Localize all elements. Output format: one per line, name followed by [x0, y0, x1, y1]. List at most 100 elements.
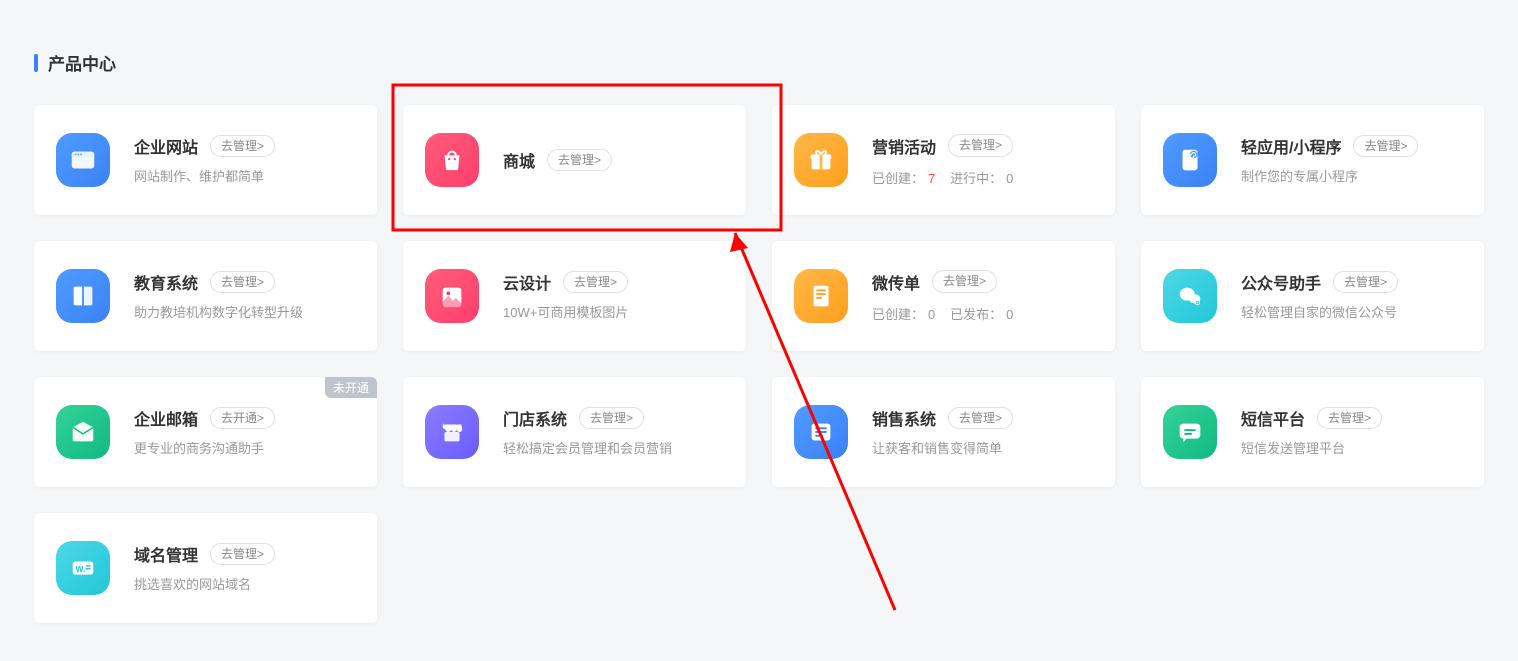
card-title: 销售系统 [872, 406, 936, 430]
product-card-duanxin[interactable]: 短信平台去管理> 短信发送管理平台 [1141, 377, 1484, 487]
card-desc: 让获客和销售变得简单 [872, 440, 1093, 458]
card-title-row: 企业网站去管理> [134, 134, 355, 158]
card-title: 域名管理 [134, 542, 198, 566]
manage-button[interactable]: 去管理> [932, 270, 997, 293]
card-content: 短信平台去管理> 短信发送管理平台 [1241, 406, 1462, 458]
manage-button[interactable]: 去管理> [210, 271, 275, 294]
section-title: 产品中心 [34, 50, 1484, 75]
manage-button[interactable]: 去管理> [1317, 407, 1382, 430]
manage-button[interactable]: 去管理> [1333, 271, 1398, 294]
card-title-row: 域名管理去管理> [134, 542, 355, 566]
manage-button[interactable]: 去管理> [210, 543, 275, 566]
card-title: 微传单 [872, 270, 920, 294]
card-stats: 已创建： 7 进行中： 0 [872, 168, 1093, 187]
card-title: 商城 [503, 148, 535, 172]
stats-created-label: 已创建： [872, 307, 924, 322]
card-title: 营销活动 [872, 134, 936, 158]
card-content: 公众号助手去管理> 轻松管理自家的微信公众号 [1241, 270, 1462, 322]
card-desc: 轻松搞定会员管理和会员营销 [503, 440, 724, 458]
card-title-row: 公众号助手去管理> [1241, 270, 1462, 294]
product-card-gongzhonghao[interactable]: 公众号助手去管理> 轻松管理自家的微信公众号 [1141, 241, 1484, 351]
card-title: 企业邮箱 [134, 406, 198, 430]
card-desc: 轻松管理自家的微信公众号 [1241, 304, 1462, 322]
manage-button[interactable]: 去管理> [563, 271, 628, 294]
card-desc: 助力教培机构数字化转型升级 [134, 304, 355, 322]
store-icon [425, 405, 479, 459]
card-desc: 网站制作、维护都简单 [134, 168, 355, 186]
card-title: 教育系统 [134, 270, 198, 294]
wechat-icon [1163, 269, 1217, 323]
manage-button[interactable]: 去管理> [579, 407, 644, 430]
manage-button[interactable]: 去管理> [547, 149, 612, 172]
picture-icon [425, 269, 479, 323]
card-content: 教育系统去管理> 助力教培机构数字化转型升级 [134, 270, 355, 322]
card-desc: 10W+可商用模板图片 [503, 304, 724, 322]
chat-icon [1163, 405, 1217, 459]
stats-running-label: 已发布： [950, 307, 1002, 322]
card-content: 销售系统去管理> 让获客和销售变得简单 [872, 406, 1093, 458]
card-title: 门店系统 [503, 406, 567, 430]
card-content: 域名管理去管理>挑选喜欢的网站域名 [134, 542, 355, 594]
svg-text:W.: W. [76, 564, 86, 574]
card-content: 营销活动去管理> 已创建： 7 进行中： 0 [872, 134, 1093, 187]
card-title-row: 商城去管理> [503, 148, 724, 172]
domain-icon: W. [56, 541, 110, 595]
stats-created-count: 7 [928, 171, 935, 186]
card-desc: 短信发送管理平台 [1241, 440, 1462, 458]
flyer-icon [794, 269, 848, 323]
title-accent-bar [34, 54, 38, 72]
card-content: 商城去管理> [503, 148, 724, 172]
product-card-mendian[interactable]: 门店系统去管理> 轻松搞定会员管理和会员营销 [403, 377, 746, 487]
card-desc: 更专业的商务沟通助手 [134, 440, 355, 458]
card-title: 云设计 [503, 270, 551, 294]
card-stats: 已创建： 0 已发布： 0 [872, 304, 1093, 323]
section-title-text: 产品中心 [48, 50, 116, 75]
card-desc: 制作您的专属小程序 [1241, 168, 1462, 186]
card-content: 企业邮箱去开通> 更专业的商务沟通助手 [134, 406, 355, 458]
card-title: 公众号助手 [1241, 270, 1321, 294]
card-title-row: 营销活动去管理> [872, 134, 1093, 158]
bag-icon [425, 133, 479, 187]
product-card-xiaoshou[interactable]: 销售系统去管理> 让获客和销售变得简单 [772, 377, 1115, 487]
manage-button[interactable]: 去管理> [1353, 135, 1418, 158]
card-title: 短信平台 [1241, 406, 1305, 430]
card-title-row: 短信平台去管理> [1241, 406, 1462, 430]
product-card-shangcheng[interactable]: 商城去管理> [403, 105, 746, 215]
stats-running-count: 0 [1006, 307, 1013, 322]
stats-running-count: 0 [1006, 171, 1013, 186]
manage-button[interactable]: 去开通> [210, 407, 275, 430]
miniapp-icon [1163, 133, 1217, 187]
card-content: 轻应用/小程序去管理> 制作您的专属小程序 [1241, 134, 1462, 186]
product-card-yunsheji[interactable]: 云设计去管理> 10W+可商用模板图片 [403, 241, 746, 351]
stats-created-label: 已创建： [872, 171, 924, 186]
product-card-yingxiao[interactable]: 营销活动去管理> 已创建： 7 进行中： 0 [772, 105, 1115, 215]
manage-button[interactable]: 去管理> [948, 407, 1013, 430]
card-title-row: 门店系统去管理> [503, 406, 724, 430]
card-title-row: 销售系统去管理> [872, 406, 1093, 430]
card-title-row: 企业邮箱去开通> [134, 406, 355, 430]
inactive-badge: 未开通 [325, 377, 377, 398]
card-title: 企业网站 [134, 134, 198, 158]
card-title-row: 教育系统去管理> [134, 270, 355, 294]
book-icon [56, 269, 110, 323]
list-icon [794, 405, 848, 459]
stats-created-count: 0 [928, 307, 935, 322]
card-title: 轻应用/小程序 [1241, 134, 1341, 158]
product-card-yuming[interactable]: W. 域名管理去管理>挑选喜欢的网站域名 [34, 513, 377, 623]
product-card-jiaoyu[interactable]: 教育系统去管理> 助力教培机构数字化转型升级 [34, 241, 377, 351]
product-card-qiye-website[interactable]: 企业网站去管理> 网站制作、维护都简单 [34, 105, 377, 215]
manage-button[interactable]: 去管理> [948, 134, 1013, 157]
card-content: 云设计去管理> 10W+可商用模板图片 [503, 270, 724, 322]
card-content: 微传单去管理> 已创建： 0 已发布： 0 [872, 270, 1093, 323]
card-content: 门店系统去管理> 轻松搞定会员管理和会员营销 [503, 406, 724, 458]
card-content: 企业网站去管理> 网站制作、维护都简单 [134, 134, 355, 186]
stats-running-label: 进行中： [950, 171, 1002, 186]
gift-icon [794, 133, 848, 187]
product-card-weichuandan[interactable]: 微传单去管理> 已创建： 0 已发布： 0 [772, 241, 1115, 351]
card-title-row: 云设计去管理> [503, 270, 724, 294]
product-card-qiye-mail[interactable]: 企业邮箱去开通> 更专业的商务沟通助手 未开通 [34, 377, 377, 487]
card-title-row: 微传单去管理> [872, 270, 1093, 294]
mail-icon [56, 405, 110, 459]
manage-button[interactable]: 去管理> [210, 135, 275, 158]
product-card-qingyingyong[interactable]: 轻应用/小程序去管理> 制作您的专属小程序 [1141, 105, 1484, 215]
